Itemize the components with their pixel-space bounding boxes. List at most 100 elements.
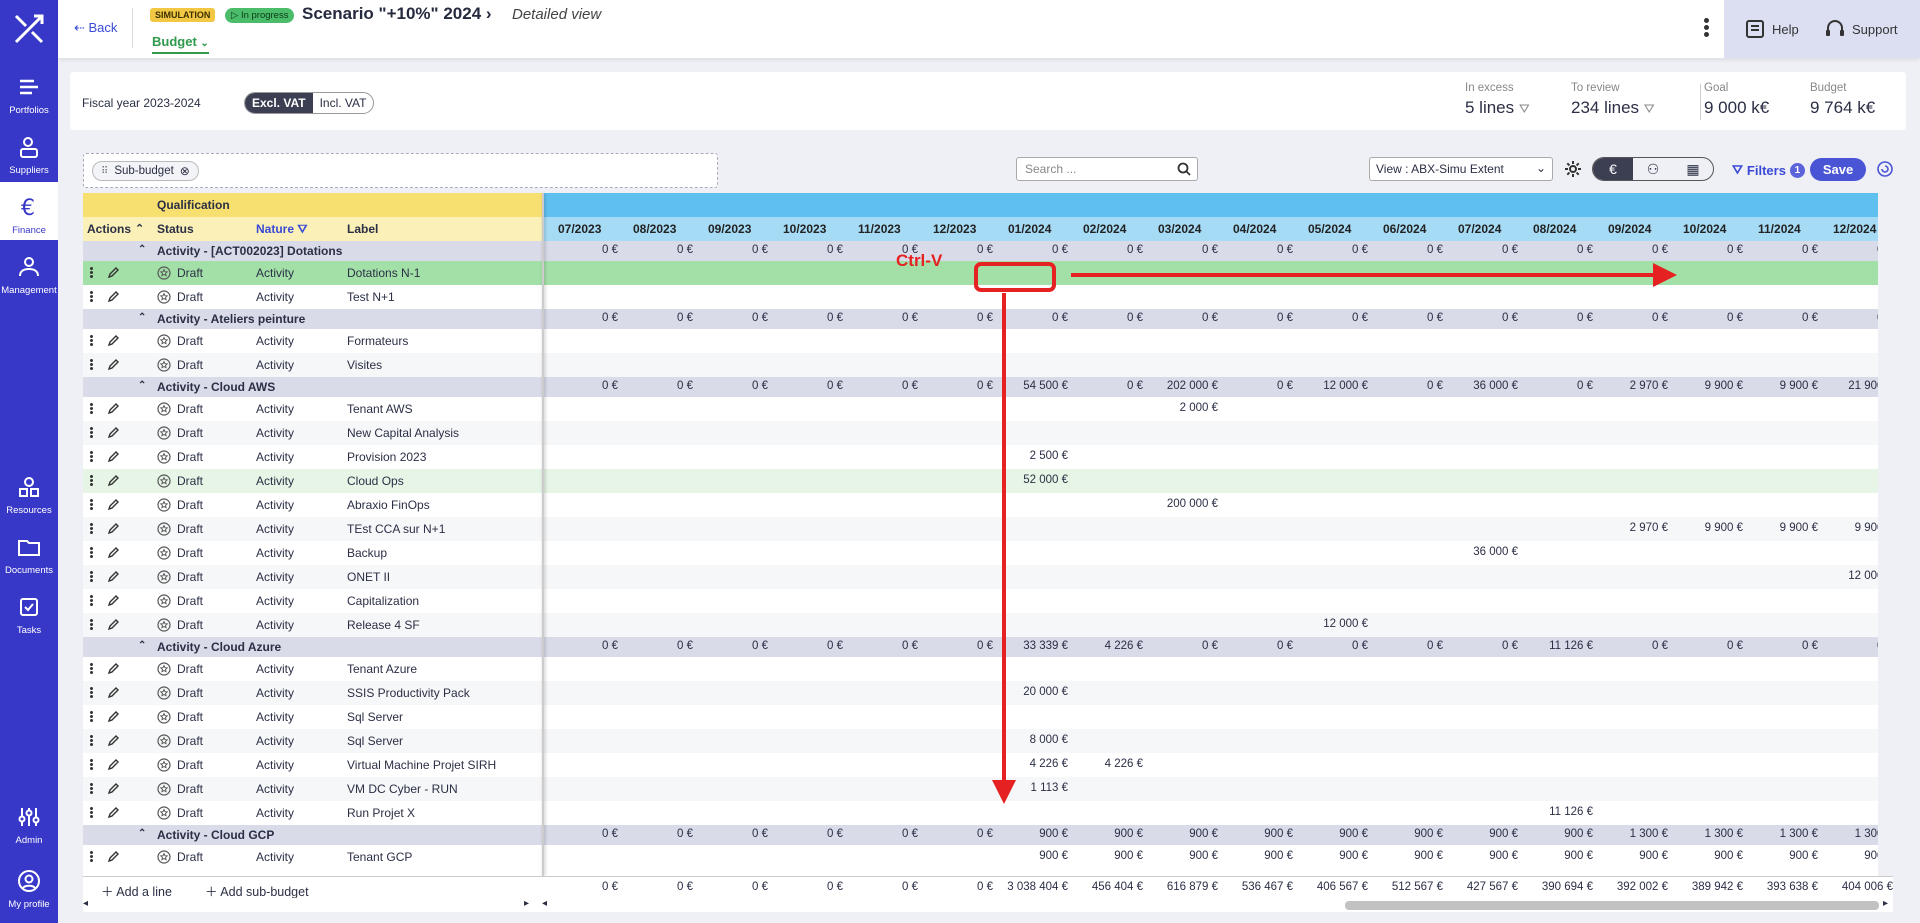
amount-cell[interactable]: 11 126 €: [1521, 806, 1593, 818]
amount-cell[interactable]: 900 €: [1071, 828, 1143, 840]
amount-cell[interactable]: 36 000 €: [1446, 380, 1518, 392]
table-row[interactable]: Draft Activity Backup 36 000 €: [83, 541, 1878, 565]
building-mode-icon[interactable]: ▦: [1673, 158, 1713, 180]
edit-pencil-icon[interactable]: [107, 850, 120, 863]
scroll-right-icon[interactable]: ▸: [1883, 898, 1888, 909]
amount-cell[interactable]: 0 €: [621, 312, 693, 324]
save-button[interactable]: Save: [1810, 158, 1866, 181]
edit-pencil-icon[interactable]: [107, 710, 120, 723]
label-cell[interactable]: Capitalization: [347, 594, 419, 608]
amount-cell[interactable]: 0 €: [696, 312, 768, 324]
table-row[interactable]: Draft Activity Tenant GCP 900 €900 €900 €90…: [83, 845, 1878, 869]
amount-cell[interactable]: 0 €: [1296, 244, 1368, 256]
row-menu-icon[interactable]: [90, 618, 94, 632]
amount-cell[interactable]: 9 900 €: [1746, 522, 1818, 534]
row-menu-icon[interactable]: [90, 546, 94, 560]
amount-cell[interactable]: 0 €: [1371, 312, 1443, 324]
support-button[interactable]: Support: [1824, 18, 1898, 40]
drag-handle-icon[interactable]: ⠿: [101, 166, 108, 177]
table-row[interactable]: Draft Activity Sql Server 8 000 €: [83, 729, 1878, 753]
amount-cell[interactable]: 0 €: [1371, 244, 1443, 256]
amount-cell[interactable]: 900 €: [1296, 850, 1368, 862]
amount-cell[interactable]: 0 €: [621, 828, 693, 840]
amount-cell[interactable]: 8 000 €: [996, 734, 1068, 746]
amount-cell[interactable]: 0 €: [1146, 244, 1218, 256]
amount-cell[interactable]: 0 €: [546, 828, 618, 840]
vat-excl-option[interactable]: Excl. VAT: [245, 93, 313, 113]
label-cell[interactable]: Run Projet X: [347, 806, 415, 820]
view-select[interactable]: View : ABX-Simu Extent ⌄: [1369, 157, 1553, 181]
amount-cell[interactable]: 900 €: [1146, 828, 1218, 840]
amount-cell[interactable]: 0 €: [1221, 380, 1293, 392]
group-row[interactable]: ⌃ Activity - Ateliers peinture 0 €0 €0 €0 …: [83, 309, 1878, 329]
amount-cell[interactable]: 0 €: [1221, 244, 1293, 256]
collapse-icon[interactable]: ⌃: [138, 380, 146, 391]
edit-pencil-icon[interactable]: [107, 450, 120, 463]
search-icon[interactable]: [1177, 162, 1191, 176]
amount-cell[interactable]: 21 900 €: [1821, 380, 1878, 392]
edit-pencil-icon[interactable]: [107, 546, 120, 559]
horizontal-scrollbar[interactable]: ◂ ▸ ◂ ▸: [83, 898, 1893, 912]
amount-cell[interactable]: 2 970 €: [1596, 380, 1668, 392]
row-menu-icon[interactable]: [90, 850, 94, 864]
amount-cell[interactable]: 1 300 €: [1821, 828, 1878, 840]
label-cell[interactable]: Cloud Ops: [347, 474, 404, 488]
amount-cell[interactable]: 54 500 €: [996, 380, 1068, 392]
amount-cell[interactable]: 0 €: [696, 380, 768, 392]
refresh-icon[interactable]: [1876, 160, 1894, 178]
amount-cell[interactable]: 202 000 €: [1146, 380, 1218, 392]
amount-cell[interactable]: 0 €: [1446, 640, 1518, 652]
table-row[interactable]: Draft Activity Cloud Ops 52 000 €: [83, 469, 1878, 493]
amount-cell[interactable]: 0 €: [771, 380, 843, 392]
edit-pencil-icon[interactable]: [107, 358, 120, 371]
amount-cell[interactable]: 0 €: [1671, 640, 1743, 652]
amount-cell[interactable]: 0 €: [621, 380, 693, 392]
amount-cell[interactable]: 0 €: [1596, 244, 1668, 256]
amount-cell[interactable]: 0 €: [546, 244, 618, 256]
amount-cell[interactable]: 0 €: [1521, 312, 1593, 324]
row-menu-icon[interactable]: [90, 570, 94, 584]
amount-cell[interactable]: 11 126 €: [1521, 640, 1593, 652]
kpi-in-excess[interactable]: In excess 5 lines ⛛: [1465, 82, 1530, 118]
amount-cell[interactable]: 0 €: [696, 640, 768, 652]
edit-pencil-icon[interactable]: [107, 498, 120, 511]
edit-pencil-icon[interactable]: [107, 290, 120, 303]
amount-cell[interactable]: 900 €: [1596, 850, 1668, 862]
back-link[interactable]: ⇠ Back: [74, 20, 117, 36]
table-row[interactable]: Draft Activity Run Projet X 11 126 €: [83, 801, 1878, 825]
amount-cell[interactable]: 0 €: [1371, 640, 1443, 652]
amount-cell[interactable]: 12 000 €: [1296, 380, 1368, 392]
people-mode-icon[interactable]: ⚇: [1633, 158, 1673, 180]
amount-cell[interactable]: 0 €: [621, 640, 693, 652]
amount-cell[interactable]: 0 €: [921, 828, 993, 840]
amount-cell[interactable]: 9 900 €: [1671, 380, 1743, 392]
amount-cell[interactable]: 0 €: [1071, 380, 1143, 392]
amount-cell[interactable]: 4 226 €: [1071, 758, 1143, 770]
amount-cell[interactable]: 0 €: [1821, 244, 1878, 256]
row-menu-icon[interactable]: [90, 290, 94, 304]
edit-pencil-icon[interactable]: [107, 618, 120, 631]
amount-cell[interactable]: 0 €: [1746, 312, 1818, 324]
amount-cell[interactable]: 0 €: [1296, 640, 1368, 652]
search-input[interactable]: Search ...: [1016, 157, 1198, 181]
app-logo-icon[interactable]: [12, 12, 46, 46]
label-cell[interactable]: Abraxio FinOps: [347, 498, 430, 512]
label-cell[interactable]: Sql Server: [347, 710, 403, 724]
amount-cell[interactable]: 0 €: [1146, 312, 1218, 324]
label-cell[interactable]: TEst CCA sur N+1: [347, 522, 445, 536]
table-row[interactable]: Draft Activity SSIS Productivity Pack 20 00…: [83, 681, 1878, 705]
edit-pencil-icon[interactable]: [107, 334, 120, 347]
amount-cell[interactable]: 9 900 €: [1746, 380, 1818, 392]
amount-cell[interactable]: 2 970 €: [1596, 522, 1668, 534]
amount-cell[interactable]: 0 €: [546, 640, 618, 652]
row-menu-icon[interactable]: [90, 662, 94, 676]
amount-cell[interactable]: 900 €: [996, 828, 1068, 840]
table-row[interactable]: Draft Activity Tenant AWS 2 000 €: [83, 397, 1878, 421]
collapse-icon[interactable]: ⌃: [138, 640, 146, 651]
amount-cell[interactable]: 2 500 €: [996, 450, 1068, 462]
label-cell[interactable]: Virtual Machine Projet SIRH: [347, 758, 496, 772]
grouping-dropzone[interactable]: ⠿ Sub-budget ⊗: [83, 153, 718, 188]
amount-cell[interactable]: 0 €: [1596, 640, 1668, 652]
group-row[interactable]: ⌃ Activity - Cloud GCP 0 €0 €0 €0 €0 €0 €9…: [83, 825, 1878, 845]
amount-cell[interactable]: 20 000 €: [996, 686, 1068, 698]
